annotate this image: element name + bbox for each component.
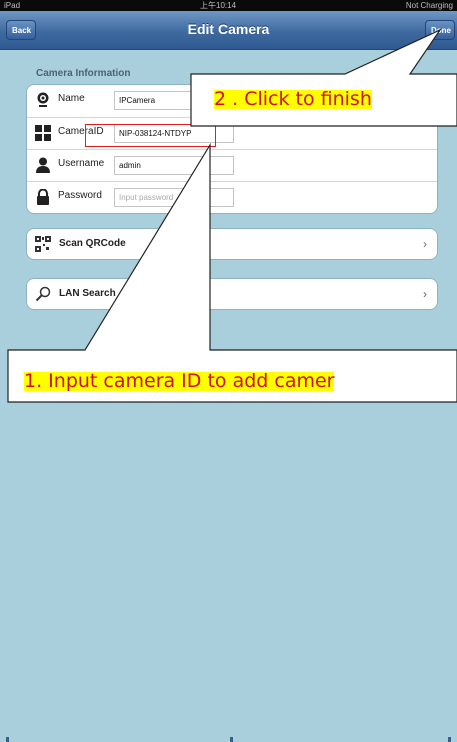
callout-2-balloon — [190, 28, 457, 127]
callout-step-1-text: 1. Input camera ID to add camer — [24, 370, 335, 392]
bottom-marker — [6, 737, 9, 742]
bottom-marker — [230, 737, 233, 742]
callout-step-2-text: 2 . Click to finish — [214, 88, 372, 110]
callout-1-balloon — [7, 142, 457, 403]
bottom-marker — [448, 737, 451, 742]
